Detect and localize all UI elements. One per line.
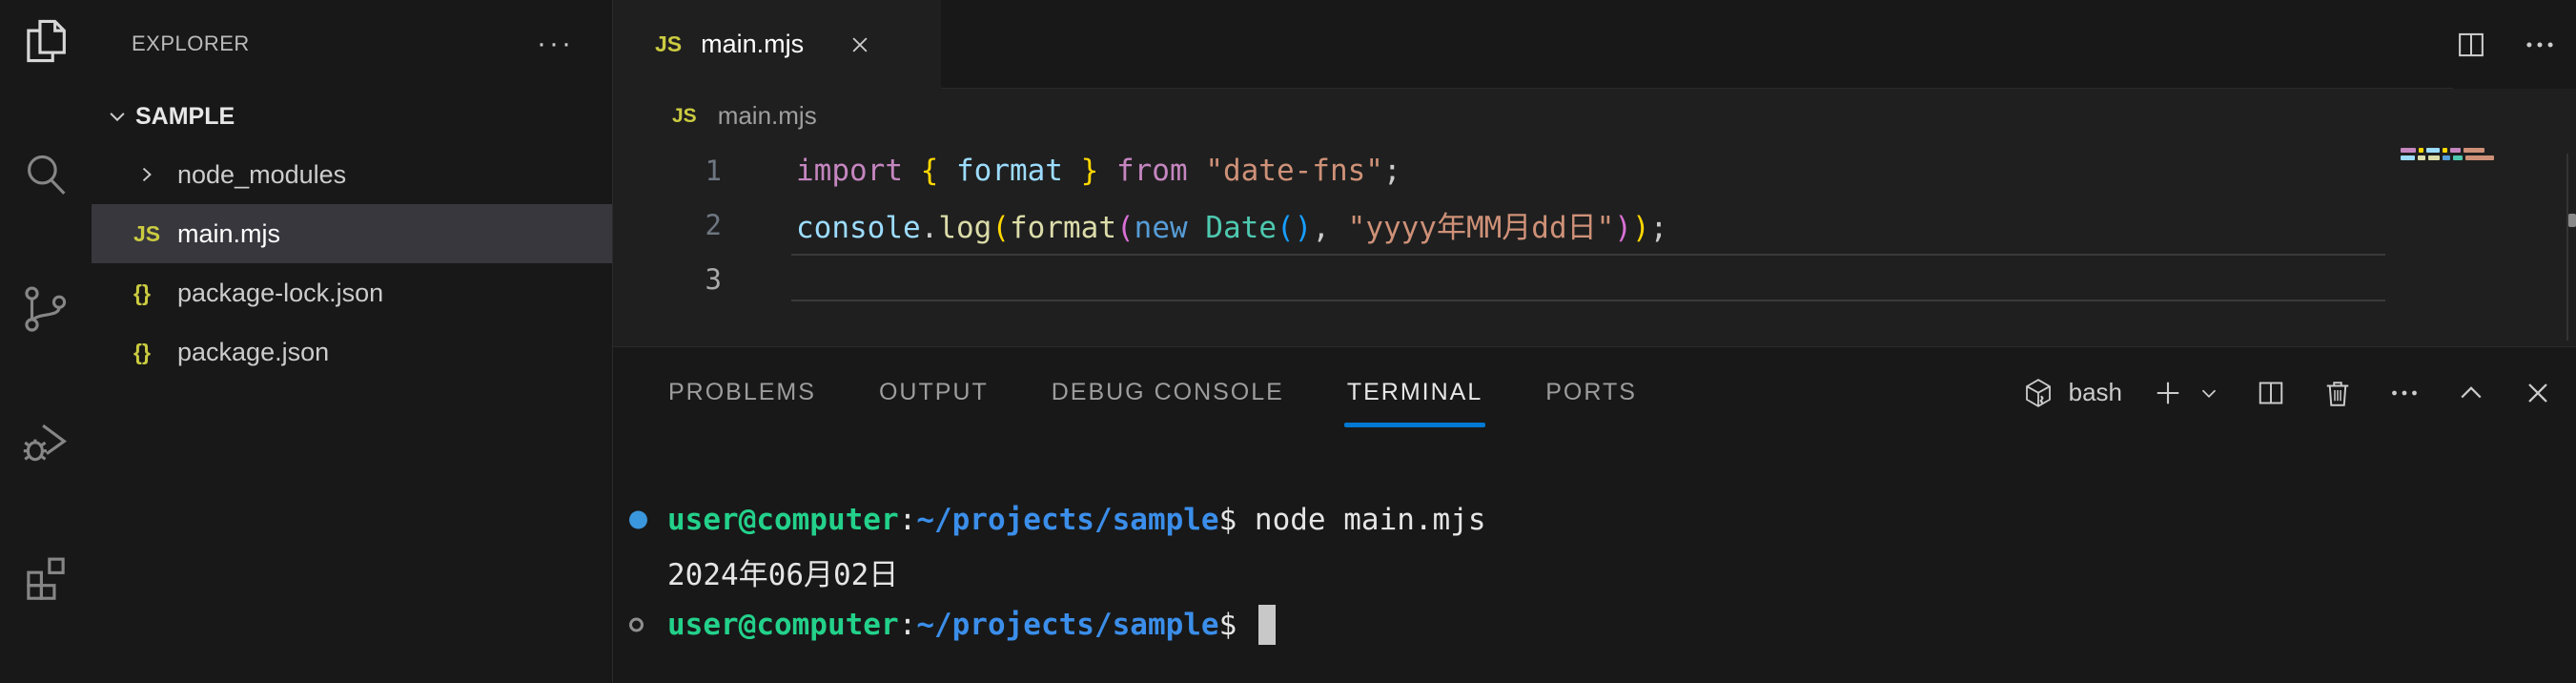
file-label: package-lock.json: [177, 279, 383, 308]
explorer-item-main.mjs[interactable]: JSmain.mjs: [92, 204, 612, 263]
terminal-profile[interactable]: bash: [2021, 376, 2122, 410]
breadcrumb-item[interactable]: main.mjs: [718, 101, 817, 131]
activity-bar-item-run-debug[interactable]: [0, 415, 92, 548]
current-line-highlight: [791, 254, 2385, 301]
run-debug-icon: [18, 415, 73, 470]
terminal-line: user@computer:~/projects/sample$: [613, 598, 2576, 651]
explorer-item-package-lock.json[interactable]: {}package-lock.json: [92, 263, 612, 322]
maximize-panel-chevron-up-icon[interactable]: [2454, 376, 2488, 410]
command-success-decoration: [629, 510, 647, 528]
js-file-icon: JS: [672, 105, 697, 128]
code-line-content: console.log(format(new Date(), "yyyy年MM月…: [796, 203, 1667, 246]
split-editor-icon[interactable]: [2453, 27, 2489, 63]
line-number: 3: [613, 263, 722, 296]
terminal-cursor: [1258, 605, 1276, 645]
tab-label: main.mjs: [701, 30, 804, 59]
panel-tab-debug-console[interactable]: DEBUG CONSOLE: [1052, 347, 1284, 438]
activity-bar-item-source-control[interactable]: [0, 281, 92, 415]
vscode-window: EXPLORER ··· SAMPLE node_modulesJSmain.m…: [0, 0, 2576, 683]
section-title: SAMPLE: [135, 103, 235, 131]
chevron-down-icon: [103, 102, 132, 131]
kill-terminal-trash-icon[interactable]: [2320, 376, 2355, 410]
terminal-viewport[interactable]: user@computer:~/projects/sample$ node ma…: [613, 438, 2576, 683]
explorer-item-package.json[interactable]: {}package.json: [92, 322, 612, 382]
chevron-right-icon: [133, 161, 177, 188]
tab-main-mjs[interactable]: JS main.mjs: [613, 0, 941, 89]
explorer-section-sample[interactable]: SAMPLE: [92, 88, 612, 145]
source-control-icon: [18, 281, 73, 337]
extensions-icon: [18, 549, 73, 605]
line-number: 1: [613, 155, 722, 187]
editor-area: JS main.mjs JS main.mjs 1import: [613, 0, 2576, 346]
code-line-2: 2 console.log(format(new Date(), "yyyy年MM…: [613, 197, 2576, 252]
bottom-panel: PROBLEMS OUTPUT DEBUG CONSOLE TERMINAL PORTS…: [613, 346, 2576, 683]
activity-bar-item-search[interactable]: [0, 147, 92, 280]
new-terminal-icon[interactable]: [2151, 376, 2185, 410]
line-number: 2: [613, 209, 722, 241]
panel-header: PROBLEMS OUTPUT DEBUG CONSOLE TERMINAL PORTS…: [613, 347, 2576, 438]
prompt-decoration: [629, 617, 644, 631]
json-file-icon: {}: [133, 280, 177, 306]
code-line-content: import { format } from "date-fns";: [796, 154, 1401, 188]
editor-tab-bar: JS main.mjs: [613, 0, 2576, 89]
activity-bar: [0, 0, 92, 683]
file-label: node_modules: [177, 160, 346, 190]
js-file-icon: JS: [655, 31, 682, 57]
explorer-file-list: node_modulesJSmain.mjs{}package-lock.jso…: [92, 145, 612, 382]
terminal-line: user@computer:~/projects/sample$ node ma…: [613, 493, 2576, 546]
json-file-icon: {}: [133, 340, 177, 365]
search-icon: [18, 147, 73, 202]
files-icon: [18, 13, 73, 69]
panel-tab-terminal[interactable]: TERMINAL: [1347, 347, 1482, 438]
sidebar-title: EXPLORER: [132, 31, 537, 56]
bash-terminal-icon: [2021, 376, 2055, 410]
activity-bar-item-extensions[interactable]: [0, 549, 92, 683]
main-area: JS main.mjs JS main.mjs 1import: [613, 0, 2576, 683]
js-file-icon: JS: [133, 221, 177, 247]
panel-tabs: PROBLEMS OUTPUT DEBUG CONSOLE TERMINAL PORTS: [668, 347, 1700, 438]
file-label: package.json: [177, 338, 329, 367]
explorer-more-actions-icon[interactable]: ···: [537, 39, 574, 49]
code-editor[interactable]: 1 import { format } from "date-fns"; 2 cons…: [613, 143, 2576, 306]
overview-ruler: [2566, 154, 2568, 341]
more-actions-icon[interactable]: [2522, 27, 2558, 63]
panel-actions: bash: [2021, 347, 2576, 438]
close-panel-icon[interactable]: [2521, 376, 2555, 410]
activity-bar-item-explorer[interactable]: [0, 13, 92, 147]
minimap[interactable]: [2401, 148, 2515, 163]
panel-tab-problems[interactable]: PROBLEMS: [668, 347, 816, 438]
editor-actions: [2453, 0, 2576, 89]
split-terminal-icon[interactable]: [2254, 376, 2288, 410]
panel-tab-output[interactable]: OUTPUT: [879, 347, 989, 438]
breadcrumb[interactable]: JS main.mjs: [613, 89, 2576, 143]
close-icon[interactable]: [846, 31, 874, 59]
panel-tab-ports[interactable]: PORTS: [1545, 347, 1637, 438]
file-label: main.mjs: [177, 219, 280, 249]
launch-profile-chevron-icon[interactable]: [2197, 381, 2221, 405]
scrollbar-thumb[interactable]: [2568, 214, 2576, 227]
sidebar-header: EXPLORER ···: [92, 0, 612, 88]
code-line-1: 1 import { format } from "date-fns";: [613, 143, 2576, 197]
panel-more-actions-icon[interactable]: [2387, 376, 2422, 410]
sidebar-explorer: EXPLORER ··· SAMPLE node_modules JSmain.m…: [92, 0, 613, 683]
explorer-item-node_modules[interactable]: node_modules: [92, 145, 612, 204]
terminal-line: 2024年06月02日: [613, 546, 2576, 598]
shell-name: bash: [2069, 378, 2122, 407]
code-line-3: 3: [613, 252, 2576, 306]
